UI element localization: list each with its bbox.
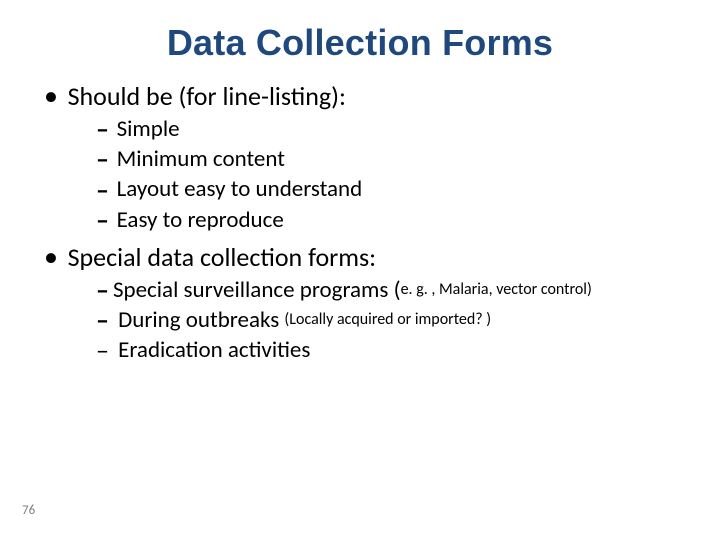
slide: Data Collection Forms • Should be (for l… <box>0 0 720 540</box>
bullet-dot-icon: • <box>44 243 58 271</box>
subitem-text: During outbreaks <box>113 306 284 334</box>
slide-content: • Should be (for line-listing): – Simple… <box>44 80 690 365</box>
dash-icon: – <box>96 175 109 205</box>
bullet-1-text: Should be (for line-listing): <box>68 80 346 112</box>
dash-icon: – <box>96 114 109 144</box>
list-item: – Layout easy to understand <box>96 174 690 204</box>
subitem-text: Minimum content <box>117 145 285 173</box>
list-item: – During outbreaks (Locally acquired or … <box>96 305 690 335</box>
bullet-1: • Should be (for line-listing): <box>44 80 690 112</box>
subitem-text: Easy to reproduce <box>117 206 284 234</box>
subitem-small-text: (Locally acquired or imported? ) <box>284 310 491 329</box>
subitem-text: Layout easy to understand <box>117 176 363 204</box>
subitem-text: Special surveillance programs ( <box>113 276 401 304</box>
bullet-1-subitems: – Simple – Minimum content – Layout easy… <box>96 114 690 235</box>
dash-icon: – <box>96 205 109 235</box>
dash-icon: – <box>96 305 109 335</box>
bullet-2: • Special data collection forms: <box>44 241 690 273</box>
list-item: – Easy to reproduce <box>96 205 690 235</box>
dash-icon: – <box>96 335 109 365</box>
list-item: – Eradication activities <box>96 335 690 365</box>
dash-icon: – <box>96 275 109 305</box>
bullet-2-text: Special data collection forms: <box>68 241 377 273</box>
list-item: –Special surveillance programs (e. g. , … <box>96 275 690 305</box>
bullet-dot-icon: • <box>44 82 58 110</box>
subitem-text: Eradication activities <box>113 336 310 364</box>
page-number: 76 <box>22 503 35 518</box>
subitem-small-text: e. g. , Malaria, vector control) <box>401 280 592 299</box>
list-item: – Minimum content <box>96 144 690 174</box>
slide-title: Data Collection Forms <box>0 22 720 64</box>
list-item: – Simple <box>96 114 690 144</box>
dash-icon: – <box>96 144 109 174</box>
bullet-2-subitems: –Special surveillance programs (e. g. , … <box>96 275 690 366</box>
subitem-text: Simple <box>117 115 180 143</box>
